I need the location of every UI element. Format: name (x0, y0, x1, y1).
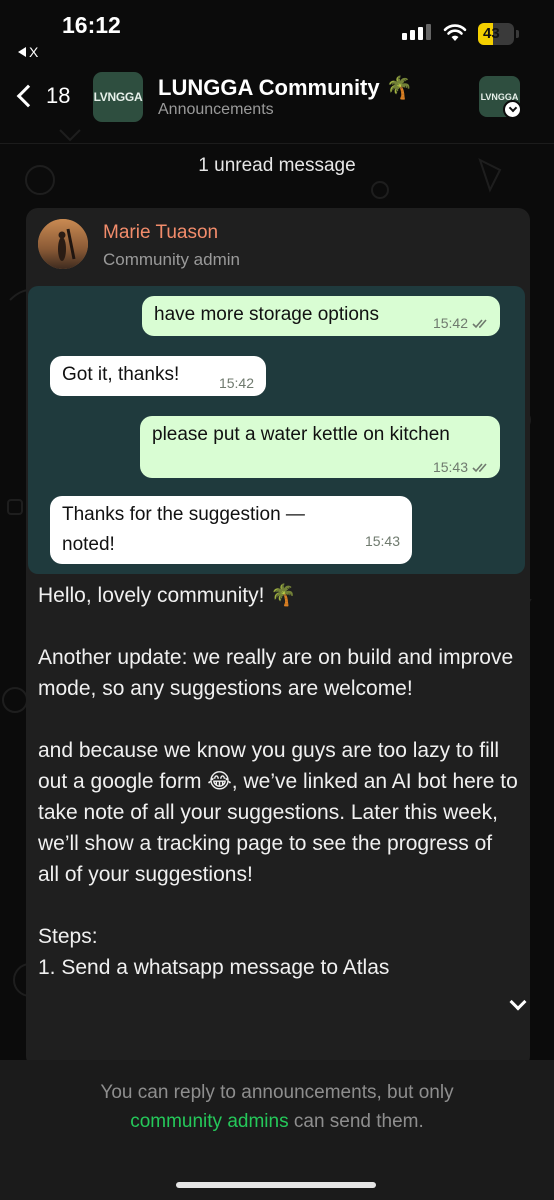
paragraph: 1. Send a whatsapp message to Atlas (38, 956, 390, 979)
back-button[interactable]: 18 (10, 76, 70, 116)
status-bar: 16:12 X 43 (0, 0, 554, 62)
announcement-message[interactable]: Marie Tuason Community admin have more s… (26, 208, 530, 1068)
paragraph: and because we know you guys are too laz… (38, 739, 518, 886)
paragraph: Steps: (38, 925, 98, 948)
status-time: 16:12 (62, 12, 121, 38)
bubble-time: 15:43 (364, 533, 400, 549)
bubble-time: 15:43 (433, 452, 490, 482)
battery-level: 43 (483, 25, 500, 42)
sender-role: Community admin (103, 250, 240, 269)
bubble-text: have more storage options (154, 304, 379, 325)
chevron-down-icon (508, 103, 517, 113)
footer-text-after: can send them. (293, 1111, 424, 1132)
battery-icon: 43 (478, 23, 514, 45)
group-title[interactable]: LUNGGA Community 🌴 (158, 75, 413, 101)
bubble-text: please put a water kettle on kitchen (152, 424, 450, 445)
community-admins-link[interactable]: community admins (130, 1111, 288, 1132)
group-subtitle[interactable]: Announcements (158, 101, 274, 119)
scroll-to-bottom-button[interactable] (499, 986, 537, 1024)
unread-chats-count: 18 (46, 83, 71, 108)
announcement-footer: You can reply to announcements, but only… (0, 1060, 554, 1200)
bubble-text: Got it, thanks! (62, 364, 180, 385)
home-indicator[interactable] (176, 1182, 376, 1188)
paragraph: Hello, lovely community! 🌴 (38, 584, 297, 607)
return-to-app-button[interactable]: X (18, 44, 38, 60)
outgoing-bubble: have more storage options 15:42 (142, 296, 500, 336)
footer-text-before: You can reply to announcements, but only (100, 1082, 454, 1103)
chevron-left-icon (16, 84, 40, 108)
incoming-bubble: Thanks for the suggestion — noted! 15:43 (50, 496, 412, 564)
sender-photo (38, 219, 88, 269)
incoming-bubble: Got it, thanks! 15:42 (50, 356, 266, 396)
bubble-time: 15:42 (433, 308, 490, 338)
double-check-icon (472, 319, 487, 329)
sender-name[interactable]: Marie Tuason (103, 222, 218, 244)
double-check-icon (472, 463, 487, 473)
announcement-text: Hello, lovely community! 🌴 Another updat… (38, 580, 518, 983)
outgoing-bubble: please put a water kettle on kitchen 15:… (140, 416, 500, 478)
footer-notice: You can reply to announcements, but only… (0, 1078, 554, 1136)
back-triangle-icon (18, 47, 26, 57)
group-logo[interactable]: LVNGGA (93, 72, 143, 122)
embedded-chat-screenshot[interactable]: have more storage options 15:42 Got it, … (28, 286, 525, 574)
paragraph: Another update: we really are on build a… (38, 646, 514, 700)
group-logo-text: LVNGGA (93, 90, 143, 104)
chevron-down-icon (509, 993, 527, 1011)
bubble-text: Thanks for the suggestion — noted! (62, 504, 305, 555)
chat-header: 18 LVNGGA LUNGGA Community 🌴 Announcemen… (0, 62, 554, 144)
wifi-icon (443, 24, 467, 41)
cellular-signal-icon (402, 24, 431, 40)
battery-cap (516, 30, 519, 38)
unread-messages-divider: 1 unread message (198, 155, 356, 176)
sender-avatar[interactable] (38, 219, 88, 269)
community-dropdown-icon[interactable] (503, 100, 522, 119)
return-to-app-label: X (29, 44, 39, 60)
bubble-time: 15:42 (218, 375, 254, 391)
